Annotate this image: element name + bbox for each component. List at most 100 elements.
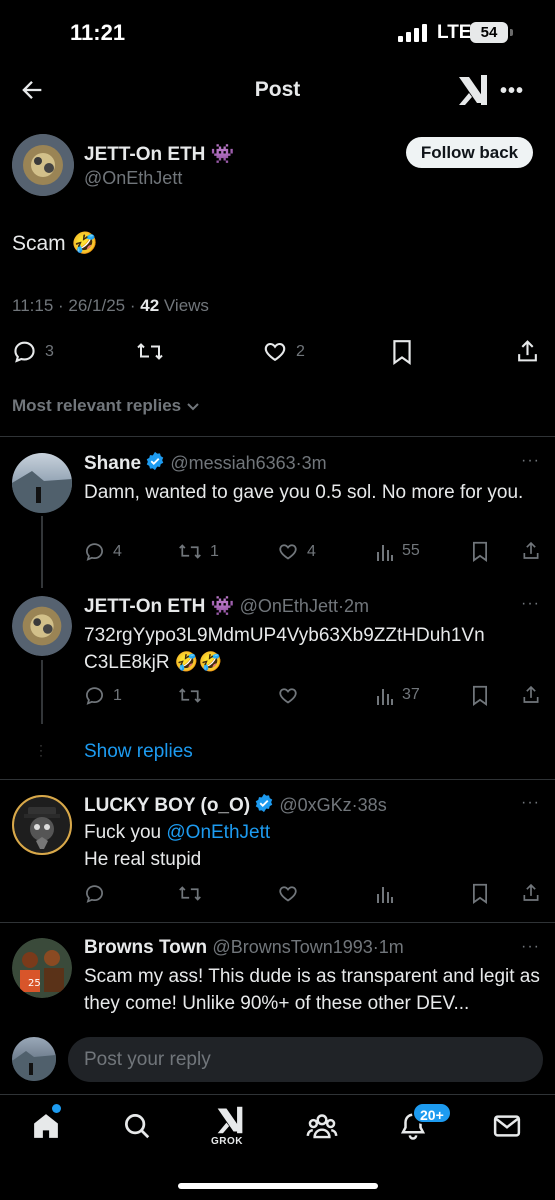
reply-button[interactable]: 1 bbox=[84, 685, 122, 706]
reply-time: 3m bbox=[301, 453, 327, 473]
repost-button[interactable] bbox=[178, 685, 202, 706]
sort-label: Most relevant replies bbox=[12, 396, 182, 415]
thread-dots: · · · bbox=[39, 738, 43, 762]
reply-button[interactable]: 4 bbox=[84, 541, 122, 562]
avatar[interactable]: 25 bbox=[12, 938, 72, 998]
post-date: 26/1/25 bbox=[68, 296, 126, 315]
reply-text: Damn, wanted to gave you 0.5 sol. No mor… bbox=[84, 482, 524, 503]
follow-back-button[interactable]: Follow back bbox=[406, 137, 533, 168]
avatar[interactable] bbox=[12, 453, 72, 513]
sort-selector[interactable]: Most relevant replies bbox=[12, 396, 201, 416]
views-label: Views bbox=[159, 296, 209, 315]
share-button[interactable] bbox=[521, 684, 541, 705]
grok-icon[interactable] bbox=[457, 73, 489, 107]
reply-button[interactable] bbox=[84, 883, 105, 904]
reply-handle[interactable]: @OnEthJett bbox=[240, 596, 338, 616]
share-button[interactable] bbox=[515, 338, 540, 364]
heart-icon bbox=[279, 688, 297, 704]
reply-text-prefix: Fuck you bbox=[84, 822, 167, 843]
reply-header: Browns Town @BrownsTown1993·1m bbox=[84, 937, 404, 959]
more-icon[interactable]: ··· bbox=[521, 452, 540, 470]
reply-button[interactable]: 3 bbox=[12, 339, 54, 364]
like-button[interactable] bbox=[277, 883, 299, 904]
repost-button[interactable] bbox=[136, 339, 164, 364]
search-icon[interactable] bbox=[122, 1111, 152, 1141]
repost-icon bbox=[179, 688, 201, 703]
reply-time: 38s bbox=[357, 795, 387, 815]
notifications-badge: 20+ bbox=[412, 1102, 452, 1124]
mention-link[interactable]: @OnEthJett bbox=[166, 822, 270, 843]
share-button[interactable] bbox=[521, 540, 541, 561]
reply-text: Fuck you @OnEthJett He real stupid bbox=[84, 819, 544, 873]
more-icon[interactable]: ··· bbox=[521, 595, 540, 613]
home-icon[interactable] bbox=[31, 1111, 61, 1141]
network-label: LTE bbox=[437, 22, 472, 43]
bookmark-button[interactable] bbox=[471, 541, 489, 562]
author-handle[interactable]: @OnEthJett bbox=[84, 168, 182, 189]
reply-count: 3 bbox=[45, 342, 54, 360]
bookmark-button[interactable] bbox=[471, 883, 489, 904]
reply-text-line: 732rgYypo3L9MdmUP4Vyb63Xb9ZZtHDuh1Vn bbox=[84, 625, 485, 646]
more-icon[interactable]: ••• bbox=[500, 80, 524, 103]
reply-handle[interactable]: @BrownsTown1993 bbox=[212, 937, 372, 957]
avatar[interactable] bbox=[12, 596, 72, 656]
avatar[interactable] bbox=[12, 795, 72, 855]
reply-text: 732rgYypo3L9MdmUP4Vyb63Xb9ZZtHDuh1Vn C3L… bbox=[84, 622, 544, 676]
views-count: 55 bbox=[402, 542, 420, 559]
home-unread-dot bbox=[52, 1104, 61, 1113]
reply-icon bbox=[14, 341, 35, 363]
repost-button[interactable] bbox=[178, 883, 202, 904]
messages-icon[interactable] bbox=[492, 1111, 522, 1141]
reply-author-name[interactable]: Shane bbox=[84, 453, 141, 474]
like-count: 4 bbox=[307, 542, 316, 560]
signal-icon bbox=[398, 24, 430, 42]
reply-handle[interactable]: @messiah6363 bbox=[170, 453, 295, 473]
bookmark-button[interactable] bbox=[391, 339, 413, 365]
chevron-down-icon bbox=[187, 403, 199, 411]
reply-input[interactable]: Post your reply bbox=[68, 1037, 543, 1082]
post-text: Scam 🤣 bbox=[12, 232, 98, 255]
reply-time: 2m bbox=[343, 596, 369, 616]
like-button[interactable] bbox=[277, 685, 299, 706]
reply-header: LUCKY BOY (o_O) @0xGKz·38s bbox=[84, 793, 387, 817]
post-views[interactable]: 42 bbox=[140, 296, 159, 315]
communities-icon[interactable] bbox=[306, 1111, 338, 1141]
author-name[interactable]: JETT-On ETH 👾 bbox=[84, 142, 234, 166]
status-time: 11:21 bbox=[70, 20, 126, 45]
alien-emoji: 👾 bbox=[210, 144, 235, 165]
bookmark-icon bbox=[473, 685, 487, 706]
share-icon bbox=[523, 541, 539, 559]
repost-button[interactable]: 1 bbox=[178, 541, 219, 562]
reply-handle[interactable]: @0xGKz bbox=[279, 795, 351, 815]
show-replies-link[interactable]: Show replies bbox=[84, 741, 193, 763]
home-indicator[interactable] bbox=[178, 1183, 378, 1189]
svg-text:25: 25 bbox=[28, 978, 41, 989]
reply-time: 1m bbox=[378, 937, 404, 957]
repost-icon bbox=[179, 544, 201, 559]
views-count: 37 bbox=[402, 686, 420, 703]
more-icon[interactable]: ··· bbox=[521, 938, 540, 956]
views-button[interactable] bbox=[376, 883, 394, 903]
avatar bbox=[12, 1037, 56, 1081]
share-button[interactable] bbox=[521, 882, 541, 903]
heart-icon bbox=[279, 886, 297, 902]
avatar[interactable] bbox=[12, 134, 74, 196]
share-icon bbox=[523, 685, 539, 703]
heart-icon bbox=[264, 342, 286, 362]
reply-author-name[interactable]: Browns Town bbox=[84, 937, 207, 958]
grok-icon[interactable] bbox=[215, 1105, 245, 1135]
views-button[interactable]: 37 bbox=[376, 685, 420, 705]
reply-author-name[interactable]: LUCKY BOY (o_O) bbox=[84, 795, 250, 816]
like-button[interactable]: 4 bbox=[277, 541, 316, 562]
more-icon[interactable]: ··· bbox=[521, 794, 540, 812]
heart-icon bbox=[279, 544, 297, 560]
bookmark-button[interactable] bbox=[471, 685, 489, 706]
reply-icon bbox=[86, 885, 103, 903]
reply-author-name[interactable]: JETT-On ETH bbox=[84, 596, 205, 617]
divider bbox=[0, 436, 555, 437]
views-button[interactable]: 55 bbox=[376, 541, 420, 561]
like-button[interactable]: 2 bbox=[262, 339, 305, 364]
views-icon bbox=[377, 545, 393, 561]
battery-icon: 54 bbox=[470, 22, 508, 43]
author-name-text: JETT-On ETH bbox=[84, 144, 206, 165]
